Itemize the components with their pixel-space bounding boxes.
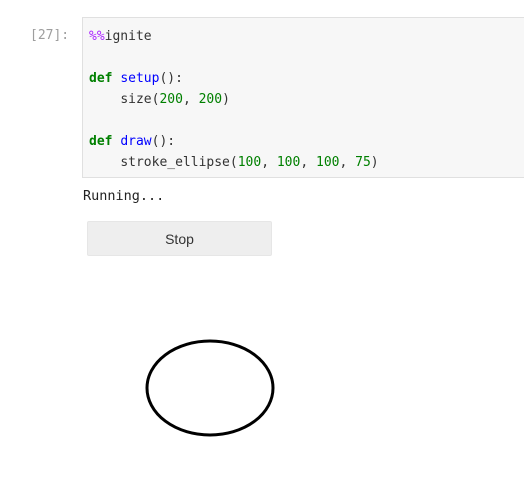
ellipse-y: 100 [276,155,301,170]
code-line-3: def setup(): [89,68,524,89]
size-call: size( [120,92,160,107]
setup-params: (): [159,71,183,86]
output-status-text: Running... [83,188,165,204]
close-paren: ) [222,92,230,107]
code-line-1: %%ignite [89,26,524,47]
arg-sep: , [261,155,277,170]
code-line-4: size(200, 200) [89,89,524,110]
stroke-ellipse-call: stroke_ellipse( [120,155,238,170]
code-line-6: def draw(): [89,131,524,152]
draw-function-name: draw [120,134,152,149]
code-line-7: stroke_ellipse(100, 100, 100, 75) [89,152,524,173]
def-keyword: def [89,134,113,149]
arg-sep: , [300,155,316,170]
def-keyword: def [89,71,113,86]
size-width: 200 [159,92,183,107]
stop-button[interactable]: Stop [87,221,272,256]
ellipse-height: 75 [355,155,371,170]
arg-sep: , [339,155,356,170]
size-height: 200 [198,92,223,107]
sketch-canvas [145,339,275,437]
magic-prefix: %% [89,29,105,44]
code-cell-editor[interactable]: %%ignite def setup(): size(200, 200) def… [82,17,524,178]
ellipse-width: 100 [316,155,340,170]
cell-prompt: [27]: [30,28,70,43]
magic-name: ignite [104,29,152,44]
setup-function-name: setup [120,71,160,86]
drawn-ellipse [145,339,275,437]
close-paren: ) [370,155,379,170]
arg-sep: , [182,92,199,107]
draw-params: (): [151,134,176,149]
ellipse-x: 100 [237,155,262,170]
